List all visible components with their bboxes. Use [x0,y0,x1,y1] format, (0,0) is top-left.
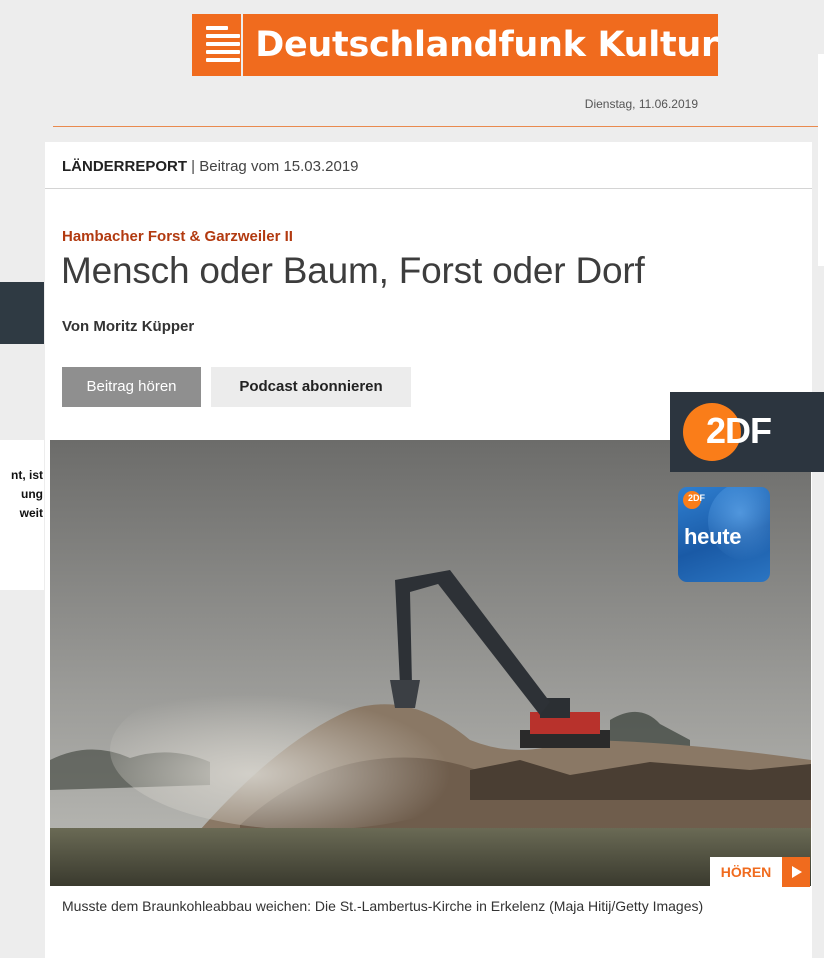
podcast-subscribe-button[interactable]: Podcast abonnieren [211,367,411,407]
left-text-line: weit [19,506,43,520]
article-kicker: Hambacher Forst & Garzweiler II [62,228,293,245]
zdf-logo-text: 2DF [706,410,772,451]
photo-listen-button[interactable]: HÖREN [710,857,812,887]
play-icon [782,857,810,887]
photo-caption: Musste dem Braunkohleabbau weichen: Die … [62,898,704,914]
heute-title: heute [684,524,742,549]
logo-divider [241,14,244,76]
left-text-line: ung [21,487,43,501]
article-date: Beitrag vom 15.03.2019 [199,158,359,175]
program-name[interactable]: LÄNDERREPORT [62,158,187,175]
left-text-fragment: nt, ist ung weit [0,466,43,523]
zdf-logo[interactable]: 2DF [670,392,824,472]
left-dark-fragment [0,282,44,344]
article-author: Von Moritz Küpper [62,318,195,335]
heute-zdf-text: 2DF [688,493,706,503]
left-text-line: nt, ist [11,468,43,482]
overline-divider [45,188,812,189]
zdf-heute-app-icon[interactable]: 2DF heute [678,487,770,582]
right-edge-fragment [818,54,824,266]
article-overline: LÄNDERREPORT | Beitrag vom 15.03.2019 [62,158,359,175]
site-logo[interactable]: Deutschlandfunk Kultur [192,14,718,76]
header-date: Dienstag, 11.06.2019 [584,97,698,111]
overline-separator: | [187,158,200,175]
listen-button[interactable]: Beitrag hören [62,367,201,407]
article-headline: Mensch oder Baum, Forst oder Dorf [61,250,645,291]
logo-mark-icon [198,20,240,70]
header-rule [53,126,824,127]
photo-listen-label: HÖREN [710,857,782,887]
logo-text: Deutschlandfunk Kultur [255,25,718,65]
